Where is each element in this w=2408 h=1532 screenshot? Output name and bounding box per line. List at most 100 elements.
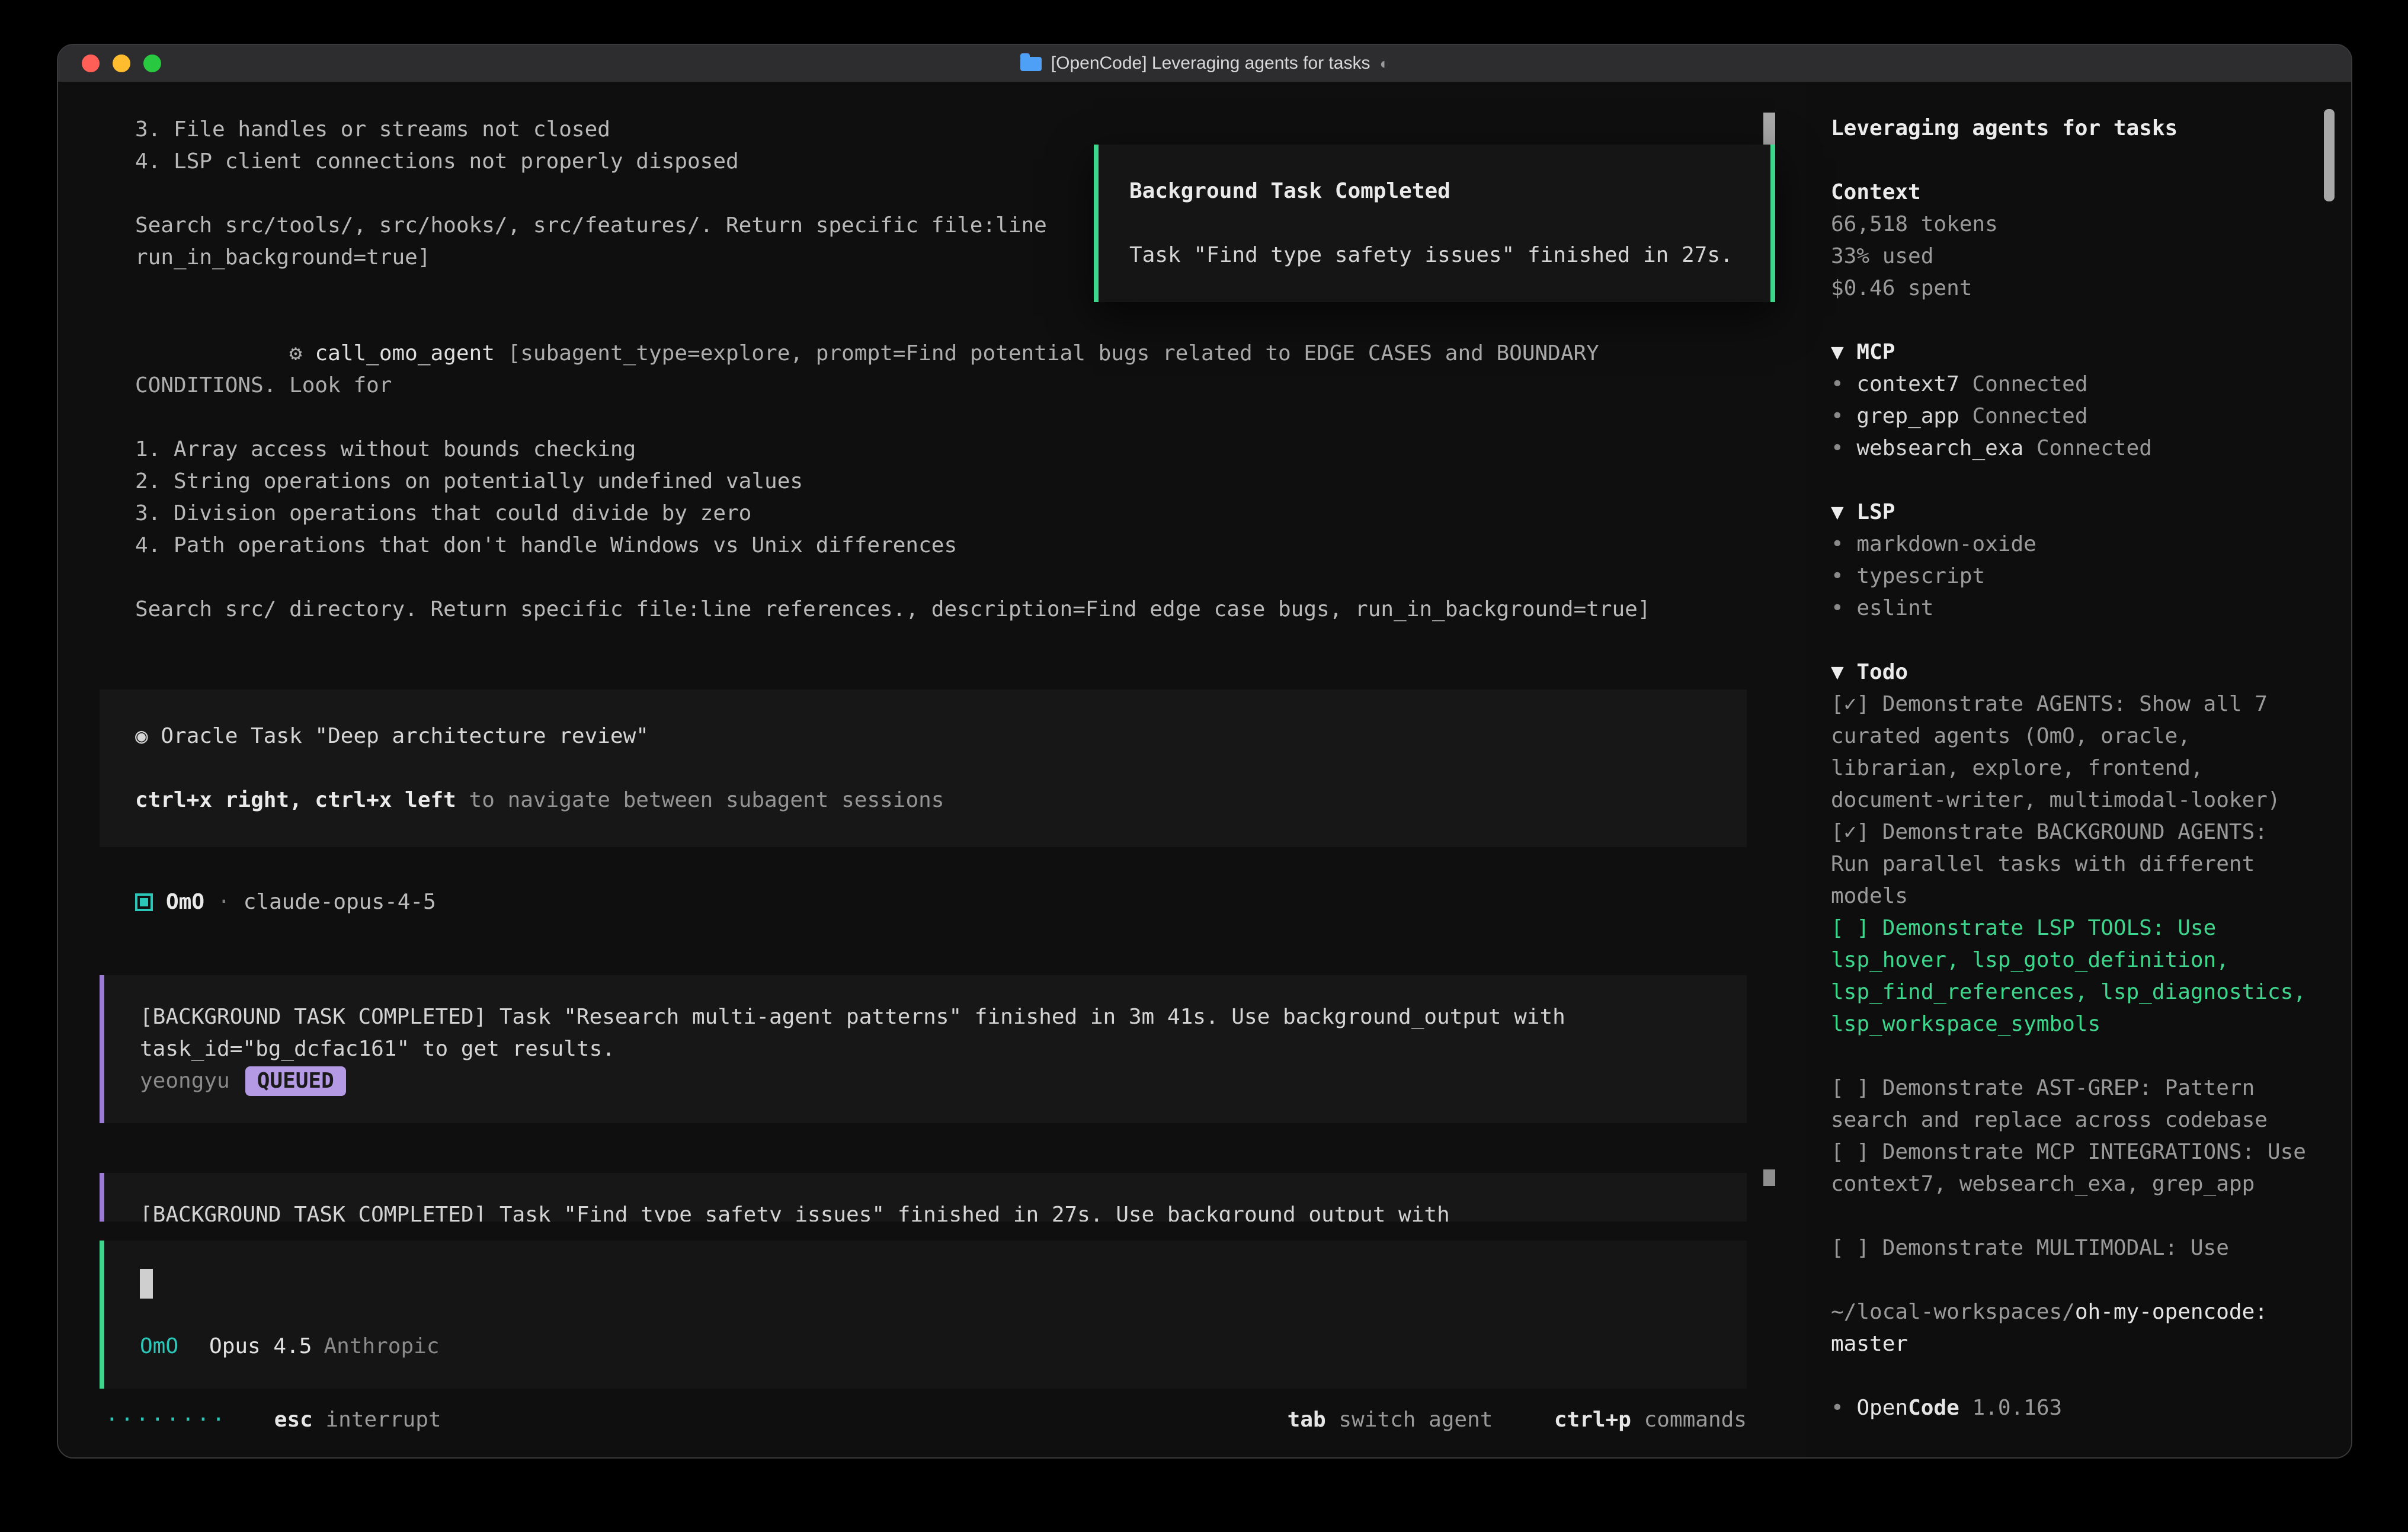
status-right: tab switch agent ctrl+p commands	[1288, 1403, 1747, 1435]
ctrlp-key-hint: ctrl+p	[1554, 1407, 1631, 1432]
gear-icon: ⚙	[289, 341, 315, 366]
workspace-path-name: oh-my-opencode:	[2075, 1300, 2268, 1325]
ctrlp-key-label: commands	[1631, 1407, 1747, 1432]
tab-key-label: switch agent	[1326, 1407, 1493, 1432]
half-circle-icon: ◐	[1379, 47, 1389, 79]
input-model-provider: Anthropic	[324, 1331, 439, 1363]
mcp-section: ▼ MCP • context7 Connected • grep_app Co…	[1831, 336, 2310, 464]
agent-model: claude-opus-4-5	[244, 886, 436, 918]
bullet-icon: •	[1831, 436, 1844, 461]
terminal-line: Search src/ directory. Return specific f…	[100, 594, 1747, 626]
oracle-task-title: ◉ Oracle Task "Deep architecture review"	[135, 720, 1711, 752]
input-model-name: Opus 4.5	[209, 1331, 312, 1363]
prompt-input[interactable]: OmO Opus 4.5 Anthropic	[100, 1241, 1747, 1389]
bullet-icon: •	[1831, 596, 1844, 621]
agent-header: OmO · claude-opus-4-5	[100, 886, 1747, 918]
close-button[interactable]	[82, 55, 100, 72]
hint-shortcut-keys: ctrl+x right, ctrl+x left	[135, 788, 456, 813]
terminal-line: 4. Path operations that don't handle Win…	[100, 530, 1747, 562]
mcp-name: context7	[1856, 372, 1959, 397]
status-bar: ········ esc interrupt tab switch agent …	[58, 1389, 1806, 1457]
tab-key-hint: tab	[1288, 1407, 1326, 1432]
todo-item: [✓] Demonstrate AGENTS: Show all 7 curat…	[1831, 688, 2310, 816]
mcp-heading[interactable]: ▼ MCP	[1831, 336, 2310, 368]
bullet-icon: •	[1831, 372, 1844, 397]
terminal-line: 2. String operations on potentially unde…	[100, 466, 1747, 498]
window-title-group: [OpenCode] Leveraging agents for tasks ◐	[1020, 47, 1389, 79]
oracle-task-panel: ◉ Oracle Task "Deep architecture review"…	[100, 690, 1747, 847]
terminal-line: 1. Array access without bounds checking	[100, 434, 1747, 466]
opencode-name-bold: Code	[1908, 1396, 1959, 1421]
minimize-button[interactable]	[113, 55, 130, 72]
mcp-name: grep_app	[1856, 404, 1959, 429]
message-text: [BACKGROUND TASK COMPLETED] Task "Find t…	[140, 1199, 1711, 1222]
tool-call-line: ⚙ call_omo_agent [subagent_type=explore,…	[100, 306, 1747, 434]
input-line	[140, 1267, 1711, 1299]
bullet-icon: •	[1831, 532, 1844, 557]
terminal-main: 3. File handles or streams not closed 4.…	[58, 82, 1806, 1457]
esc-key-hint: esc	[274, 1407, 313, 1432]
lsp-item: • eslint	[1831, 592, 2310, 624]
todo-item: [ ] Demonstrate MULTIMODAL: Use	[1831, 1232, 2310, 1264]
toast-notification: Background Task Completed Task "Find typ…	[1094, 145, 1775, 302]
agent-name: OmO	[166, 886, 204, 918]
mcp-status: Connected	[1959, 372, 2088, 397]
queued-badge: QUEUED	[245, 1066, 346, 1096]
screenshot-stage: [OpenCode] Leveraging agents for tasks ◐…	[0, 0, 2408, 1532]
hint-description: to navigate between subagent sessions	[456, 788, 944, 813]
opencode-version: • OpenCode 1.0.163	[1831, 1392, 2310, 1424]
window-content: 3. File handles or streams not closed 4.…	[58, 82, 2351, 1457]
text-cursor	[140, 1268, 153, 1298]
scrollbar-thumb[interactable]	[1763, 1169, 1775, 1186]
terminal-line: 3. File handles or streams not closed	[100, 114, 1747, 146]
lsp-heading[interactable]: ▼ LSP	[1831, 496, 2310, 528]
session-sidebar: Leveraging agents for tasks Context 66,5…	[1806, 82, 2351, 1457]
message-text: [BACKGROUND TASK COMPLETED] Task "Resear…	[140, 1001, 1711, 1033]
sidebar-content: Leveraging agents for tasks Context 66,5…	[1831, 113, 2310, 1424]
lsp-section: ▼ LSP • markdown-oxide • typescript • es…	[1831, 496, 2310, 624]
message-footer: yeongyu QUEUED	[140, 1065, 1711, 1097]
background-task-message: [BACKGROUND TASK COMPLETED] Task "Find t…	[100, 1173, 1747, 1222]
sidebar-scrollbar-thumb[interactable]	[2324, 109, 2335, 201]
opencode-name: Open	[1856, 1396, 1908, 1421]
version-number: 1.0.163	[1959, 1396, 2062, 1421]
todo-item: [ ] Demonstrate LSP TOOLS: Use lsp_hover…	[1831, 912, 2310, 1040]
context-tokens: 66,518 tokens	[1831, 209, 2310, 241]
lsp-item: • markdown-oxide	[1831, 528, 2310, 560]
context-section: Context 66,518 tokens 33% used $0.46 spe…	[1831, 177, 2310, 305]
mcp-item: • websearch_exa Connected	[1831, 432, 2310, 464]
scrollbar-thumb[interactable]	[1763, 113, 1775, 148]
todo-item: [ ] Demonstrate AST-GREP: Pattern search…	[1831, 1072, 2310, 1136]
context-used: 33% used	[1831, 241, 2310, 273]
lsp-name: markdown-oxide	[1856, 532, 2036, 557]
todo-item: [ ] Demonstrate MCP INTEGRATIONS: Use co…	[1831, 1136, 2310, 1200]
todo-heading[interactable]: ▼ Todo	[1831, 656, 2310, 688]
todo-item: [✓] Demonstrate BACKGROUND AGENTS: Run p…	[1831, 816, 2310, 912]
context-spent: $0.46 spent	[1831, 273, 2310, 305]
bullet-icon: •	[1831, 404, 1844, 429]
todo-section: ▼ Todo [✓] Demonstrate AGENTS: Show all …	[1831, 656, 2310, 1264]
bullet-icon: •	[1831, 1396, 1844, 1421]
mcp-status: Connected	[2023, 436, 2152, 461]
toast-title: Background Task Completed	[1129, 175, 1740, 207]
terminal-line: 3. Division operations that could divide…	[100, 498, 1747, 530]
status-left: ········ esc interrupt	[105, 1403, 441, 1435]
message-author: yeongyu	[140, 1069, 230, 1094]
session-title: Leveraging agents for tasks	[1831, 113, 2310, 145]
esc-key-label: interrupt	[313, 1407, 441, 1432]
mcp-status: Connected	[1959, 404, 2088, 429]
message-text: task_id="bg_dcfac161" to get results.	[140, 1033, 1711, 1065]
traffic-lights	[82, 45, 161, 82]
titlebar: [OpenCode] Leveraging agents for tasks ◐	[58, 45, 2351, 82]
mcp-name: websearch_exa	[1856, 436, 2023, 461]
agent-checkbox-icon	[135, 893, 153, 911]
workspace-path: ~/local-workspaces/oh-my-opencode: maste…	[1831, 1296, 2310, 1360]
input-agent-name: OmO	[140, 1331, 178, 1363]
lsp-name: eslint	[1856, 596, 1933, 621]
model-row: OmO Opus 4.5 Anthropic	[140, 1331, 1711, 1363]
bullet-icon: •	[1831, 564, 1844, 589]
mcp-item: • context7 Connected	[1831, 368, 2310, 400]
zoom-button[interactable]	[143, 55, 161, 72]
workspace-path-prefix: ~/local-workspaces/	[1831, 1300, 2075, 1325]
subagent-navigation-hint: ctrl+x right, ctrl+x left to navigate be…	[135, 784, 1711, 816]
